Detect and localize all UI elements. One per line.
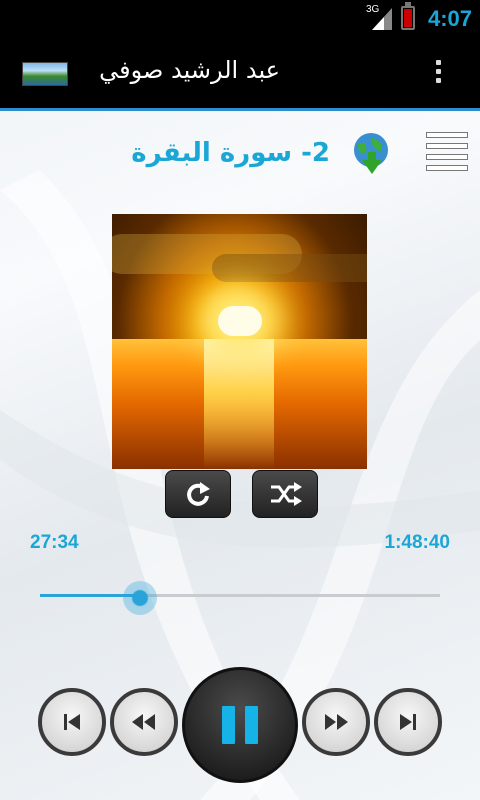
elapsed-time: 27:34 [30, 532, 79, 553]
playlist-menu-icon[interactable] [426, 132, 468, 180]
overflow-menu-icon[interactable] [428, 56, 448, 92]
status-time: 4:07 [427, 6, 472, 31]
shuffle-icon [271, 482, 302, 506]
total-time: 1:48:40 [384, 532, 451, 553]
signal-icon [372, 8, 392, 30]
rewind-button[interactable] [110, 688, 178, 756]
repeat-icon [187, 482, 210, 506]
download-globe-icon[interactable] [348, 130, 394, 176]
shuffle-button[interactable] [252, 470, 318, 518]
pause-button[interactable] [182, 667, 298, 783]
app-title: عبد الرشيد صوفي [99, 56, 280, 84]
status-bar: 3G 4:07 [0, 0, 480, 38]
next-button[interactable] [374, 688, 442, 756]
track-title: 2- سورة البقرة [131, 138, 330, 168]
fast-forward-button[interactable] [302, 688, 370, 756]
fast-forward-icon [325, 714, 348, 730]
pause-icon [222, 706, 258, 744]
album-art [112, 214, 367, 469]
repeat-button[interactable] [165, 470, 231, 518]
battery-icon [401, 2, 415, 30]
previous-button[interactable] [38, 688, 106, 756]
skip-next-icon [400, 714, 416, 730]
skip-previous-icon [64, 714, 80, 730]
rewind-icon [132, 714, 155, 730]
seek-thumb[interactable] [123, 581, 157, 615]
